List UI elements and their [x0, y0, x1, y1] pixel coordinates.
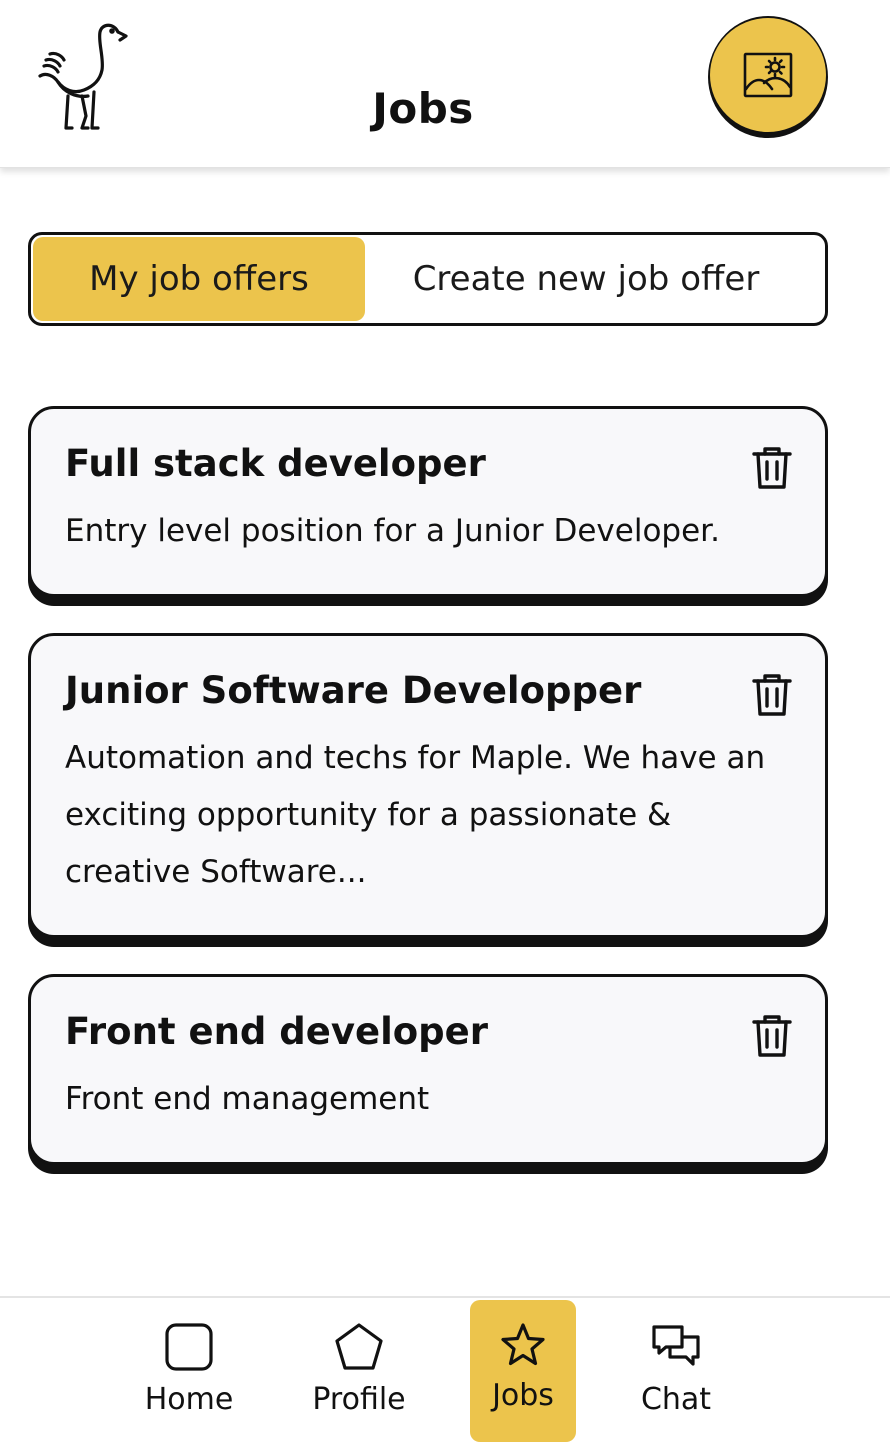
job-card[interactable]: Full stack developer Entry level positio… [28, 406, 828, 597]
bottom-navigation: Home Profile Jobs Chat [0, 1296, 890, 1442]
job-description: Entry level position for a Junior Develo… [65, 513, 720, 549]
app-header: Jobs [0, 0, 890, 168]
nav-profile-label: Profile [312, 1382, 406, 1417]
job-title: Full stack developer [65, 442, 486, 485]
nav-jobs-label: Jobs [492, 1378, 554, 1413]
job-offers-tabs: My job offers Create new job offer [28, 232, 828, 326]
job-description: Front end management [65, 1081, 430, 1117]
tab-create-new-job-offer[interactable]: Create new job offer [367, 235, 825, 323]
image-placeholder-icon [743, 52, 793, 98]
avatar-button[interactable] [708, 16, 828, 138]
jobs-screen: Jobs My job offers Create new job offer … [0, 0, 890, 1442]
home-square-icon [165, 1323, 213, 1371]
nav-chat-label: Chat [640, 1382, 712, 1417]
trash-icon[interactable] [751, 672, 793, 718]
job-card[interactable]: Junior Software Developper Automation an… [28, 633, 828, 938]
job-title: Front end developer [65, 1010, 489, 1053]
trash-icon[interactable] [751, 1013, 793, 1059]
nav-profile[interactable]: Profile [304, 1300, 414, 1442]
job-card[interactable]: Front end developer Front end management [28, 974, 828, 1165]
star-icon [501, 1323, 545, 1366]
nav-chat[interactable]: Chat [626, 1300, 726, 1442]
job-title: Junior Software Developper [65, 669, 642, 712]
tab-my-job-offers[interactable]: My job offers [33, 237, 365, 321]
trash-icon[interactable] [751, 445, 793, 491]
chat-bubbles-icon [652, 1325, 700, 1366]
job-offer-list: Full stack developer Entry level positio… [28, 406, 828, 1201]
nav-home[interactable]: Home [134, 1300, 244, 1442]
nav-jobs[interactable]: Jobs [470, 1300, 576, 1442]
job-description: Automation and techs for Maple. We have … [65, 740, 766, 890]
nav-home-label: Home [144, 1382, 234, 1417]
pentagon-icon [335, 1323, 383, 1370]
